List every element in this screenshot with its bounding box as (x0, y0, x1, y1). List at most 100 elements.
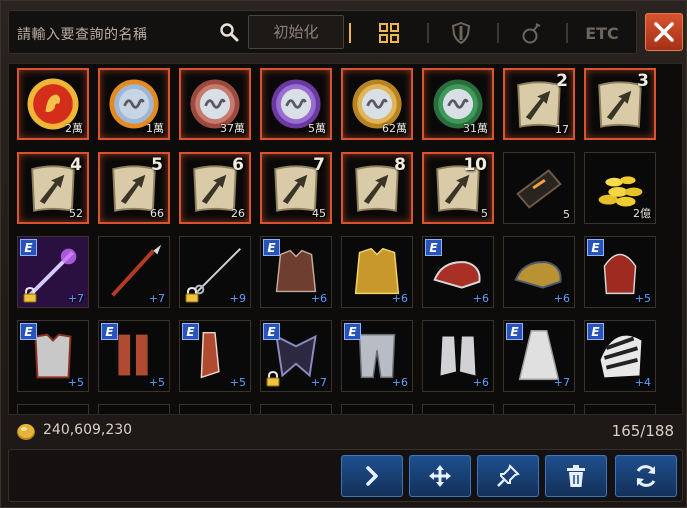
move-button[interactable] (409, 455, 471, 497)
inventory-slot[interactable]: 2 17 (503, 68, 575, 140)
enhance-level: +5 (148, 376, 165, 389)
close-button[interactable] (645, 13, 683, 51)
item-quantity: 62萬 (382, 122, 407, 135)
inventory-slot[interactable] (260, 404, 332, 414)
inventory-slot[interactable]: 62萬 (341, 68, 413, 140)
item-quantity: 17 (555, 123, 569, 136)
inventory-slot[interactable]: 6 26 (179, 152, 251, 224)
item-grade: 5 (151, 155, 163, 175)
inventory-window: 請輸入要查詢的名稱 初始化 ETC 2萬 1萬 37萬 5萬 62萬 31萬 2… (0, 0, 687, 508)
inventory-slot[interactable]: 10 5 (422, 152, 494, 224)
inventory-slot[interactable]: E +4 (584, 320, 656, 392)
item-grade: 8 (394, 155, 406, 175)
search-input[interactable]: 請輸入要查詢的名稱 (17, 24, 148, 44)
lock-icon (266, 371, 280, 387)
enchant-badge-icon: E (506, 323, 523, 340)
item-quantity: 5 (563, 208, 570, 221)
enhance-level: +9 (229, 292, 246, 305)
inventory-slot[interactable]: E +6 (260, 236, 332, 308)
enchant-badge-icon: E (263, 323, 280, 340)
inventory-slot[interactable]: 2億 (584, 152, 656, 224)
inventory-slot[interactable] (341, 404, 413, 414)
enchant-badge-icon: E (182, 323, 199, 340)
item-grade: 2 (556, 71, 568, 91)
inventory-slot[interactable]: 2萬 (17, 68, 89, 140)
inventory-slot[interactable]: E +5 (179, 320, 251, 392)
item-quantity: 5萬 (308, 122, 326, 135)
inventory-slot[interactable] (17, 404, 89, 414)
inventory-slot[interactable]: +7 (98, 236, 170, 308)
tab-armor[interactable] (441, 19, 481, 47)
item-grade: 4 (70, 155, 82, 175)
trash-icon (567, 465, 585, 487)
enhance-level: +5 (634, 292, 651, 305)
enhance-level: +5 (229, 376, 246, 389)
enhance-level: +4 (634, 376, 651, 389)
item-quantity: 2億 (633, 207, 651, 220)
enhance-level: +5 (67, 376, 84, 389)
pin-button[interactable] (477, 455, 539, 497)
tab-separator (427, 23, 429, 43)
enhance-level: +7 (553, 376, 570, 389)
enhance-level: +6 (472, 292, 489, 305)
inventory-slot[interactable]: 3 (584, 68, 656, 140)
enhance-level: +7 (148, 292, 165, 305)
close-icon (654, 22, 674, 42)
inventory-slot[interactable] (503, 404, 575, 414)
inventory-slot[interactable]: E +6 (341, 320, 413, 392)
search-icon[interactable] (219, 22, 239, 42)
tab-separator (566, 23, 568, 43)
inventory-slot[interactable] (98, 404, 170, 414)
inventory-slot[interactable]: E +5 (17, 320, 89, 392)
inventory-slot[interactable] (179, 404, 251, 414)
inventory-slot[interactable]: E +7 (17, 236, 89, 308)
inventory-slot[interactable] (422, 404, 494, 414)
inventory-slot[interactable]: E +6 (422, 236, 494, 308)
item-grade: 3 (637, 71, 649, 91)
inventory-slot[interactable]: E +5 (98, 320, 170, 392)
gold-coin-icon (17, 424, 35, 440)
lock-icon (23, 287, 37, 303)
item-grade: 7 (313, 155, 325, 175)
shield-icon (451, 22, 471, 44)
enhance-level: +6 (391, 292, 408, 305)
inventory-slot[interactable]: 1萬 (98, 68, 170, 140)
item-quantity: 31萬 (463, 122, 488, 135)
inventory-slot[interactable]: +9 (179, 236, 251, 308)
enhance-level: +6 (310, 292, 327, 305)
inventory-slot[interactable]: 5萬 (260, 68, 332, 140)
inventory-slot[interactable]: 7 45 (260, 152, 332, 224)
delete-button[interactable] (545, 455, 607, 497)
enhance-level: +6 (472, 376, 489, 389)
enchant-badge-icon: E (425, 239, 442, 256)
inventory-slot[interactable]: E +7 (503, 320, 575, 392)
inventory-slot[interactable]: +6 (503, 236, 575, 308)
lock-icon (185, 287, 199, 303)
refresh-icon (636, 465, 656, 487)
gold-amount: 240,609,230 (43, 422, 133, 438)
inventory-slot[interactable]: +6 (422, 320, 494, 392)
enhance-level: +6 (553, 292, 570, 305)
enchant-badge-icon: E (587, 239, 604, 256)
inventory-slot[interactable]: 4 52 (17, 152, 89, 224)
inventory-slot[interactable]: E +5 (584, 236, 656, 308)
enhance-level: +7 (67, 292, 84, 305)
inventory-slot[interactable]: 5 (503, 152, 575, 224)
inventory-slot[interactable]: 5 66 (98, 152, 170, 224)
inventory-slot[interactable] (584, 404, 656, 414)
item-quantity: 5 (481, 207, 488, 220)
tab-potion[interactable] (511, 19, 551, 47)
item-quantity: 37萬 (220, 122, 245, 135)
next-button[interactable] (341, 455, 403, 497)
inventory-slot[interactable]: 31萬 (422, 68, 494, 140)
inventory-slot[interactable]: 8 (341, 152, 413, 224)
reset-button[interactable]: 初始化 (248, 15, 344, 49)
enchant-badge-icon: E (20, 323, 37, 340)
tab-etc[interactable]: ETC (581, 19, 623, 47)
inventory-slot[interactable]: +6 (341, 236, 413, 308)
item-quantity: 52 (69, 207, 83, 220)
inventory-slot[interactable]: E +7 (260, 320, 332, 392)
tab-all[interactable] (369, 19, 409, 47)
inventory-slot[interactable]: 37萬 (179, 68, 251, 140)
refresh-button[interactable] (615, 455, 677, 497)
